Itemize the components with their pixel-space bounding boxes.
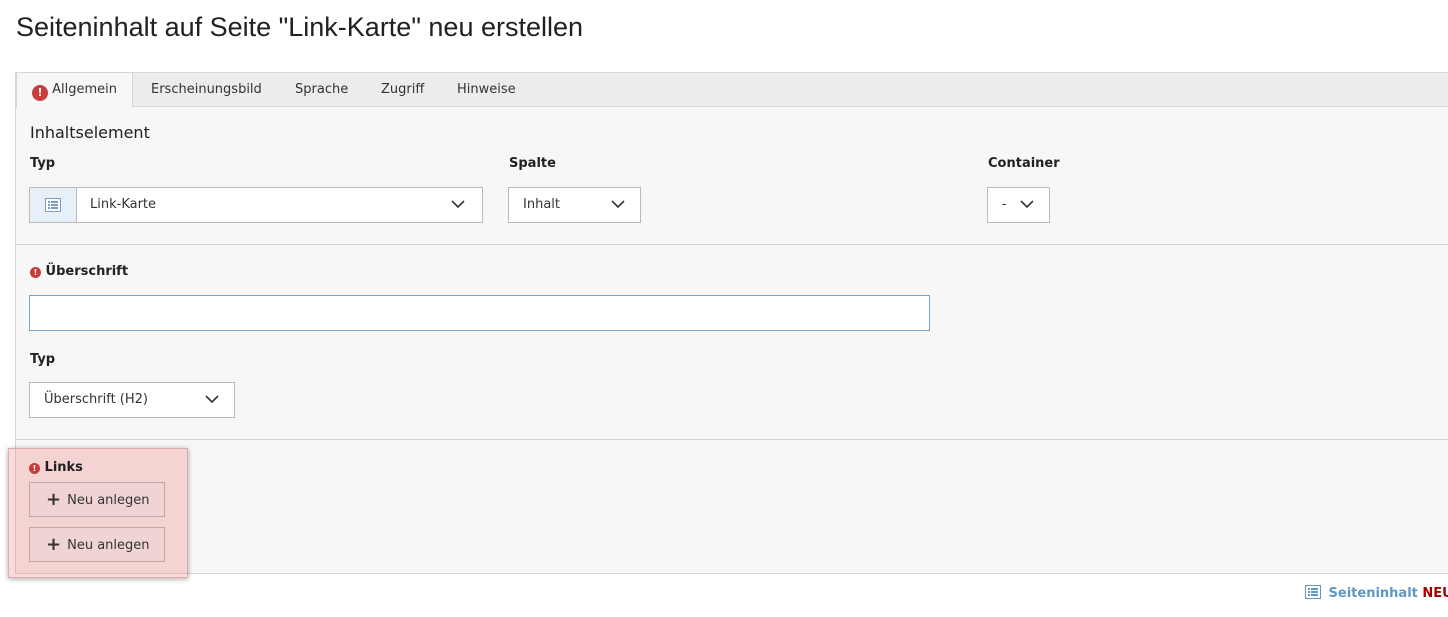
page-title: Seiteninhalt auf Seite "Link-Karte" neu … xyxy=(16,12,584,42)
list-icon xyxy=(45,198,61,212)
divider xyxy=(16,439,1448,440)
divider xyxy=(16,244,1448,245)
tab-bar: ! Allgemein Erscheinungsbild Sprache Zug… xyxy=(16,73,1448,108)
chevron-down-icon xyxy=(451,200,465,209)
header-label: ! Überschrift xyxy=(30,264,128,279)
column-value: Inhalt xyxy=(523,197,560,212)
form-panel: ! Allgemein Erscheinungsbild Sprache Zug… xyxy=(15,72,1448,574)
type-label: Typ xyxy=(30,156,56,171)
record-status: Seiteninhalt NEU xyxy=(1305,585,1448,601)
tab-allgemein[interactable]: ! Allgemein xyxy=(16,73,134,108)
chevron-down-icon xyxy=(1020,200,1034,209)
content-type-icon-box xyxy=(30,188,77,222)
section-title: Inhaltselement xyxy=(30,123,150,142)
header-input[interactable] xyxy=(29,295,930,331)
container-label: Container xyxy=(988,156,1060,171)
list-icon xyxy=(1305,585,1321,599)
chevron-down-icon xyxy=(611,200,625,209)
container-value: - xyxy=(1002,197,1007,212)
record-state: NEU xyxy=(1422,586,1448,601)
tab-erscheinungsbild[interactable]: Erscheinungsbild xyxy=(136,73,277,107)
column-select[interactable]: Inhalt xyxy=(508,187,641,223)
tab-label: Allgemein xyxy=(52,82,118,97)
error-icon: ! xyxy=(29,463,40,474)
column-label: Spalte xyxy=(509,156,556,171)
header-label-text: Überschrift xyxy=(45,264,129,279)
links-label: ! Links xyxy=(29,460,83,475)
add-link-button[interactable]: + Neu anlegen xyxy=(29,527,165,562)
add-link-button-label: Neu anlegen xyxy=(67,493,150,508)
tab-sprache[interactable]: Sprache xyxy=(280,73,363,107)
links-label-text: Links xyxy=(44,460,83,475)
add-link-button-label: Neu anlegen xyxy=(67,538,150,553)
tab-zugriff[interactable]: Zugriff xyxy=(366,73,439,107)
chevron-down-icon xyxy=(205,395,219,404)
content-type-select[interactable]: Link-Karte xyxy=(29,187,483,223)
record-type-label: Seiteninhalt xyxy=(1328,586,1418,601)
error-icon: ! xyxy=(32,85,48,101)
container-select[interactable]: - xyxy=(987,187,1050,223)
error-icon: ! xyxy=(30,267,41,278)
content-type-value: Link-Karte xyxy=(90,197,157,212)
header-type-value: Überschrift (H2) xyxy=(44,392,148,407)
plus-icon: + xyxy=(46,489,62,510)
header-type-select[interactable]: Überschrift (H2) xyxy=(29,382,235,418)
add-link-button[interactable]: + Neu anlegen xyxy=(29,482,165,517)
tab-hinweise[interactable]: Hinweise xyxy=(442,73,531,107)
header-type-label: Typ xyxy=(30,352,56,367)
plus-icon: + xyxy=(46,534,62,555)
